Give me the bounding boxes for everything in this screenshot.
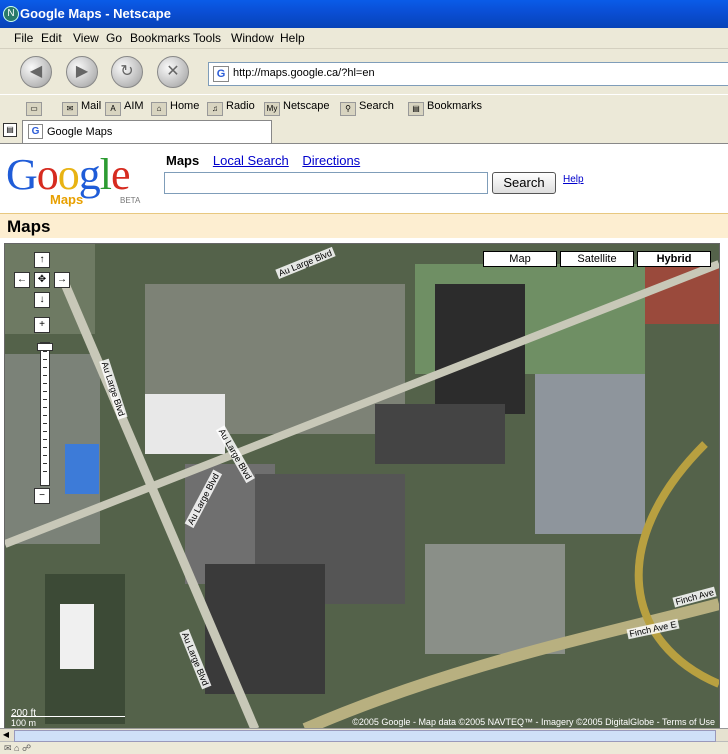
bookmark-home[interactable]: ⌂ Home [151,100,199,116]
scroll-thumb[interactable] [14,730,716,742]
bookmark-search[interactable]: ⚲ Search [340,100,394,116]
window-title: Google Maps - Netscape [20,6,171,21]
maps-section-header: Maps [0,213,728,238]
menu-window[interactable]: Window [231,31,274,45]
bookmark-label: Netscape [283,100,330,112]
zoom-in-button[interactable]: + [34,317,50,333]
netscape-icon: N [3,6,19,22]
scroll-left-icon[interactable]: ◀ [0,729,12,741]
page-content: Google Maps BETA Maps Local Search Direc… [0,144,728,730]
folder-icon: ▤ [408,102,424,116]
bookmark-label: Mail [81,100,102,112]
map-type-map-button[interactable]: Map [483,251,557,267]
menu-view[interactable]: View [73,31,99,45]
home-icon: ⌂ [151,102,167,116]
search-icon: ⚲ [340,102,356,116]
menu-help[interactable]: Help [280,31,305,45]
link-maps: Maps [166,153,200,168]
link-local-search[interactable]: Local Search [213,153,289,168]
stop-button[interactable]: ✕ [157,56,189,88]
logo-maps-text: Maps [50,192,84,207]
menu-go[interactable]: Go [106,31,122,45]
reload-button[interactable]: ↻ [111,56,143,88]
url-bar[interactable]: G http://maps.google.ca/?hl=en [208,62,728,86]
window-titlebar: N Google Maps - Netscape [0,0,728,28]
scale-bar: 200 ft 100 m [11,708,127,728]
forward-button[interactable]: ▶ [66,56,98,88]
navigation-toolbar: ◀ ▶ ↻ ✕ G http://maps.google.ca/?hl=en [0,49,728,93]
aim-icon: A [105,102,121,116]
map-view[interactable]: Au Large Blvd Au Large Blvd Au Large Blv… [4,243,720,730]
map-type-satellite-button[interactable]: Satellite [560,251,634,267]
bookmark-aim[interactable]: A AIM [105,100,144,116]
bookmark-label: Radio [226,100,255,112]
bookmark-label: AIM [124,100,144,112]
pan-center-button[interactable]: ✥ [34,272,50,288]
bookmark-label: Search [359,100,394,112]
url-text: http://maps.google.ca/?hl=en [233,67,375,79]
bookmark-mail[interactable]: ✉ Mail [62,100,101,116]
pan-right-button[interactable]: → [54,272,70,288]
search-button[interactable]: Search [492,172,556,194]
bookmark-bookmarks[interactable]: ▤ Bookmarks [408,100,482,116]
bookmark-radio[interactable]: ♫ Radio [207,100,255,116]
headphones-icon: ♫ [207,102,223,116]
menu-edit[interactable]: Edit [41,31,62,45]
tab-label: Google Maps [47,126,113,138]
back-button[interactable]: ◀ [20,56,52,88]
tab-icon: ▭ [26,102,42,116]
bookmark-label: Home [170,100,200,112]
search-input[interactable] [164,172,488,194]
pan-up-button[interactable]: ↑ [34,252,50,268]
pan-down-button[interactable]: ↓ [34,292,50,308]
satellite-imagery [5,244,719,729]
scale-lower: 100 m [11,718,37,728]
zoom-slider[interactable] [37,342,53,486]
bookmark-netscape[interactable]: My Netscape [264,100,329,116]
help-link[interactable]: Help [563,174,584,185]
home-tab-icon[interactable]: ▭ [26,100,45,116]
zoom-out-button[interactable]: − [34,488,50,504]
status-bar: ◀ ✉ ⌂ ☍ [0,728,728,753]
map-type-hybrid-button[interactable]: Hybrid [637,251,711,267]
menu-file[interactable]: File [14,31,33,45]
horizontal-scrollbar[interactable]: ◀ [0,729,728,742]
logo-beta-text: BETA [120,196,141,205]
my-netscape-icon: My [264,102,280,116]
site-favicon-icon: G [213,66,229,82]
tab-bar: ▤ G Google Maps [0,119,728,144]
map-copyright: ©2005 Google - Map data ©2005 NAVTEQ™ - … [352,717,715,727]
zoom-slider-thumb[interactable] [37,343,53,351]
menu-bookmarks[interactable]: Bookmarks [130,31,190,45]
section-title: Maps [7,217,51,236]
pan-left-button[interactable]: ← [14,272,30,288]
top-links: Maps Local Search Directions [166,153,370,168]
link-directions[interactable]: Directions [302,153,360,168]
google-favicon-icon: G [28,124,43,139]
tab-google-maps[interactable]: G Google Maps [22,120,272,143]
menu-bar: File Edit View Go Bookmarks Tools Window… [0,28,728,49]
bookmark-label: Bookmarks [427,100,483,112]
bookmarks-toolbar: ▭ ✉ Mail A AIM ⌂ Home ♫ Radio My Netscape ⚲ Se… [0,94,728,120]
status-icons: ✉ ⌂ ☍ [4,743,32,753]
menu-tools[interactable]: Tools [193,31,221,45]
tab-menu-icon[interactable]: ▤ [3,123,17,137]
mail-icon: ✉ [62,102,78,116]
